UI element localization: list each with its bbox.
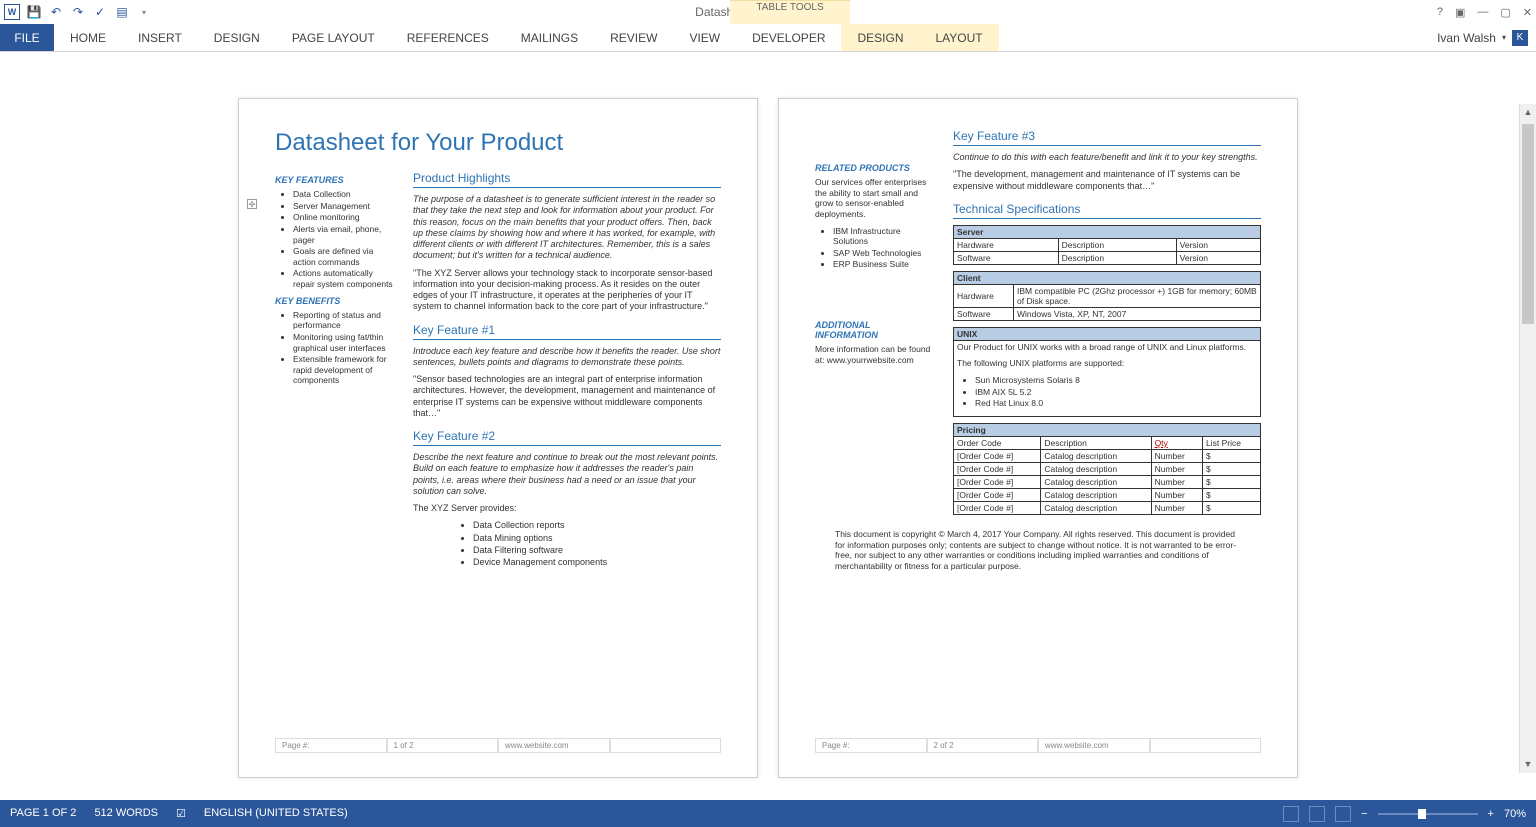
qat-custom-icon[interactable]: ▤ [114,4,130,20]
tab-page-layout[interactable]: PAGE LAYOUT [276,24,391,51]
save-icon[interactable]: 💾 [26,4,42,20]
status-page[interactable]: PAGE 1 OF 2 [10,807,76,820]
scroll-thumb[interactable] [1522,124,1534,324]
server-table: Server HardwareDescriptionVersion Softwa… [953,225,1261,265]
doc-title: Datasheet for Your Product [275,129,721,157]
ribbon-display-icon[interactable]: ▣ [1455,6,1465,19]
table-tools-contextual: TABLE TOOLS [730,0,850,24]
key-features-heading: KEY FEATURES [275,175,395,185]
tech-specs-heading: Technical Specifications [953,202,1261,219]
key-feature-1-heading: Key Feature #1 [413,323,721,340]
pricing-table: Pricing Order CodeDescriptionQtyList Pri… [953,423,1261,515]
status-bar: PAGE 1 OF 2 512 WORDS ☑ ENGLISH (UNITED … [0,800,1536,827]
key-feature-2-heading: Key Feature #2 [413,429,721,446]
close-icon[interactable]: ✕ [1523,6,1532,19]
status-words[interactable]: 512 WORDS [94,807,158,820]
tab-developer[interactable]: DEVELOPER [736,24,841,51]
tab-review[interactable]: REVIEW [594,24,673,51]
key-benefits-list: Reporting of status and performanceMonit… [275,310,395,386]
page2-main: Key Feature #3 Continue to do this with … [953,129,1261,521]
zoom-slider[interactable] [1378,813,1478,815]
page-footer: Page #: 2 of 2 www.website.com [815,738,1261,753]
window-controls: ? ▣ — ▢ ✕ [1437,6,1532,19]
tab-insert[interactable]: INSERT [122,24,198,51]
scroll-down-icon[interactable]: ▼ [1520,756,1536,773]
paragraph: "Sensor based technologies are an integr… [413,374,721,419]
scroll-up-icon[interactable]: ▲ [1520,104,1536,121]
qat-dropdown-icon[interactable]: ▾ [136,4,152,20]
kf2-list: Data Collection reportsData Mining optio… [413,520,721,568]
client-table: Client HardwareIBM compatible PC (2Ghz p… [953,271,1261,321]
user-name: Ivan Walsh [1437,31,1496,45]
page1-sidebar: KEY FEATURES Data CollectionServer Manag… [275,171,395,574]
page1-main: Product Highlights The purpose of a data… [413,171,721,574]
paragraph: Our services offer enterprises the abili… [815,177,935,220]
zoom-level[interactable]: 70% [1504,808,1526,820]
paragraph: Describe the next feature and continue t… [413,452,721,497]
key-benefits-heading: KEY BENEFITS [275,296,395,306]
status-proofing-icon[interactable]: ☑ [176,807,186,820]
undo-icon[interactable]: ↶ [48,4,64,20]
view-read-icon[interactable] [1283,806,1299,822]
view-print-icon[interactable] [1309,806,1325,822]
zoom-in-icon[interactable]: + [1488,808,1494,820]
paragraph: "The XYZ Server allows your technology s… [413,268,721,313]
title-bar: W 💾 ↶ ↷ ✓ ▤ ▾ Datasheet Template - Word … [0,0,1536,24]
paragraph: "The development, management and mainten… [953,169,1261,192]
key-feature-3-heading: Key Feature #3 [953,129,1261,146]
tab-table-layout[interactable]: LAYOUT [920,24,999,51]
key-features-list: Data CollectionServer Management Online … [275,189,395,290]
copyright-notice: This document is copyright © March 4, 20… [815,529,1261,572]
paragraph: Introduce each key feature and describe … [413,346,721,369]
maximize-icon[interactable]: ▢ [1500,6,1510,19]
word-icon: W [4,4,20,20]
table-anchor-icon[interactable]: ✢ [247,199,257,209]
tab-home[interactable]: HOME [54,24,122,51]
product-highlights-heading: Product Highlights [413,171,721,188]
related-products-heading: RELATED PRODUCTS [815,163,935,173]
tab-design[interactable]: DESIGN [198,24,276,51]
page-footer: Page #: 1 of 2 www.website.com [275,738,721,753]
user-area[interactable]: Ivan Walsh ▾ K [1437,24,1536,51]
tab-view[interactable]: VIEW [673,24,736,51]
spelling-icon[interactable]: ✓ [92,4,108,20]
paragraph: More information can be found at: www.yo… [815,344,935,365]
view-web-icon[interactable] [1335,806,1351,822]
file-tab[interactable]: FILE [0,24,54,51]
user-badge: K [1512,30,1528,46]
paragraph: The XYZ Server provides: [413,503,721,514]
document-page-2[interactable]: RELATED PRODUCTS Our services offer ente… [778,98,1298,778]
vertical-scrollbar[interactable]: ▲ ▼ [1519,104,1536,773]
help-icon[interactable]: ? [1437,6,1443,19]
unix-table: UNIX Our Product for UNIX works with a b… [953,327,1261,417]
paragraph: Continue to do this with each feature/be… [953,152,1261,163]
minimize-icon[interactable]: — [1477,6,1488,19]
redo-icon[interactable]: ↷ [70,4,86,20]
additional-info-heading: ADDITIONAL INFORMATION [815,320,935,340]
page2-sidebar: RELATED PRODUCTS Our services offer ente… [815,129,935,521]
status-language[interactable]: ENGLISH (UNITED STATES) [204,807,348,820]
ribbon: FILE HOME INSERT DESIGN PAGE LAYOUT REFE… [0,24,1536,52]
zoom-out-icon[interactable]: − [1361,808,1367,820]
tab-table-design[interactable]: DESIGN [841,24,919,51]
paragraph: The purpose of a datasheet is to generat… [413,194,721,262]
tab-mailings[interactable]: MAILINGS [505,24,594,51]
document-page-1[interactable]: ✢ Datasheet for Your Product KEY FEATURE… [238,98,758,778]
related-products-list: IBM Infrastructure SolutionsSAP Web Tech… [815,226,935,271]
document-canvas[interactable]: ✢ Datasheet for Your Product KEY FEATURE… [0,52,1536,800]
quick-access-toolbar: W 💾 ↶ ↷ ✓ ▤ ▾ [0,4,152,20]
tab-references[interactable]: REFERENCES [391,24,505,51]
